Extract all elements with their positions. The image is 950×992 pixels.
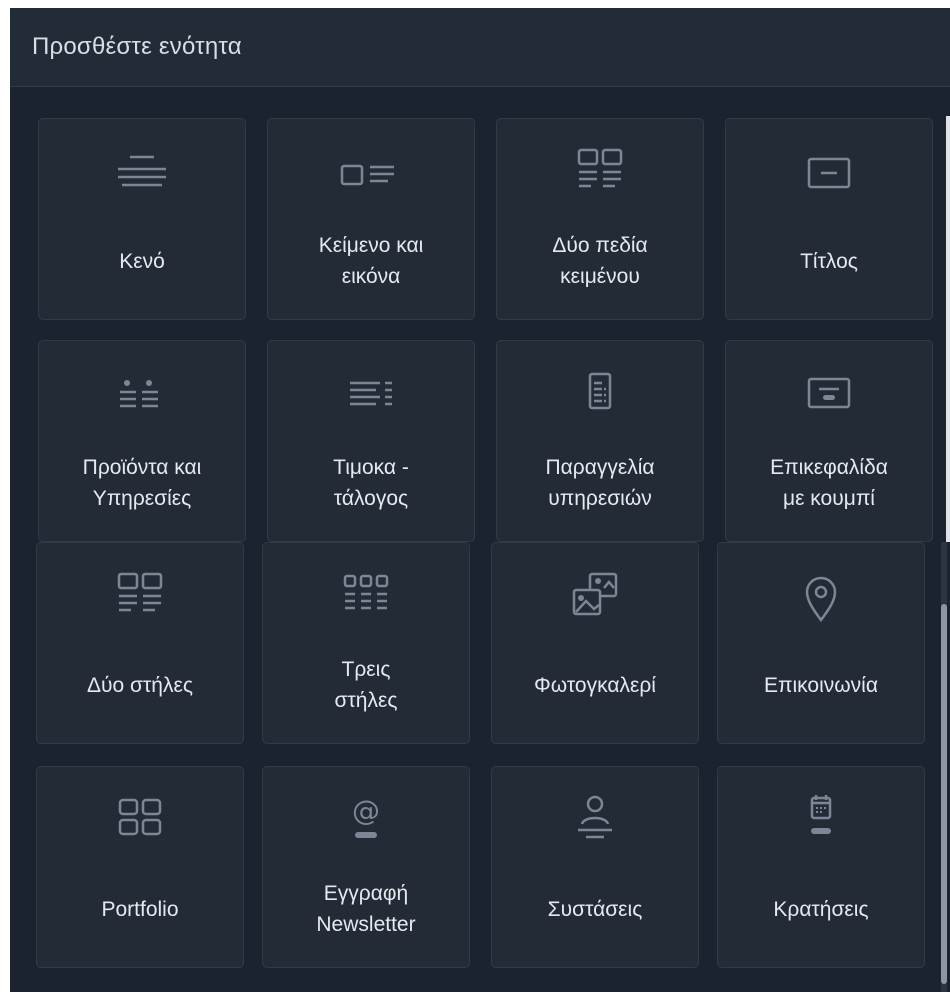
tile-label: Δύο πεδία κειμένου (552, 234, 648, 288)
section-tile-portfolio[interactable]: Portfolio (36, 766, 244, 968)
tile-label: Κενό (119, 249, 165, 273)
scrollbar-thumb[interactable] (941, 604, 947, 984)
add-section-panel: Προσθέστε ενότητα Κενό Κείμενο και εικόν… (10, 8, 950, 992)
section-tile-text-image[interactable]: Κείμενο και εικόνα (267, 118, 475, 320)
section-tile-price-list[interactable]: Τιμοκα - τάλογος (267, 340, 475, 542)
photo-gallery-icon (492, 563, 698, 633)
price-list-icon (268, 361, 474, 431)
section-tile-two-columns[interactable]: Δύο στήλες (36, 542, 244, 744)
products-services-icon (39, 361, 245, 431)
tile-label: Φωτογκαλερί (534, 673, 656, 697)
two-text-fields-icon (497, 139, 703, 209)
panel-edge-highlight (946, 116, 950, 542)
portfolio-grid-icon (37, 787, 243, 857)
section-tile-newsletter[interactable]: @ Εγγραφή Newsletter (262, 766, 470, 968)
tile-label: Τρεις στήλες (334, 658, 398, 712)
section-tile-two-text-fields[interactable]: Δύο πεδία κειμένου (496, 118, 704, 320)
tile-label: Τίτλος (800, 249, 858, 273)
section-tile-service-order[interactable]: Παραγγελία υπηρεσιών (496, 340, 704, 542)
location-pin-icon (718, 563, 924, 633)
testimonials-person-icon (492, 787, 698, 857)
section-tile-bookings[interactable]: Κρατήσεις (717, 766, 925, 968)
section-tile-header-button[interactable]: Επικεφαλίδα με κουμπί (725, 340, 933, 542)
tile-label: Κείμενο και εικόνα (318, 234, 424, 288)
blank-lines-icon (39, 139, 245, 209)
tile-label: Επικεφαλίδα με κουμπί (770, 456, 888, 510)
section-tile-products-services[interactable]: Προϊόντα και Υπηρεσίες (38, 340, 246, 542)
tile-label: Κρατήσεις (773, 897, 869, 921)
svg-text:@: @ (352, 794, 380, 827)
title-icon (726, 139, 932, 209)
section-tile-photo-gallery[interactable]: Φωτογκαλερί (491, 542, 699, 744)
header-button-icon (726, 361, 932, 431)
section-tile-testimonials[interactable]: Συστάσεις (491, 766, 699, 968)
section-tile-blank[interactable]: Κενό (38, 118, 246, 320)
bookings-calendar-icon (718, 787, 924, 857)
tile-label: Portfolio (101, 897, 179, 921)
tile-label: Δύο στήλες (87, 673, 193, 697)
section-tile-three-columns[interactable]: Τρεις στήλες (262, 542, 470, 744)
two-columns-icon (37, 563, 243, 633)
section-tile-contact[interactable]: Επικοινωνία (717, 542, 925, 744)
service-order-icon (497, 361, 703, 431)
tile-label: Επικοινωνία (764, 673, 878, 697)
three-columns-icon (263, 563, 469, 633)
panel-header: Προσθέστε ενότητα (10, 8, 950, 87)
section-tile-title[interactable]: Τίτλος (725, 118, 933, 320)
tile-label: Παραγγελία υπηρεσιών (545, 456, 655, 510)
panel-title: Προσθέστε ενότητα (32, 33, 242, 60)
newsletter-at-icon: @ (263, 787, 469, 857)
text-image-icon (268, 139, 474, 209)
tile-label: Τιμοκα - τάλογος (333, 456, 409, 510)
tile-label: Προϊόντα και Υπηρεσίες (82, 456, 202, 510)
tile-label: Συστάσεις (547, 897, 643, 921)
tile-label: Εγγραφή Newsletter (316, 882, 416, 936)
